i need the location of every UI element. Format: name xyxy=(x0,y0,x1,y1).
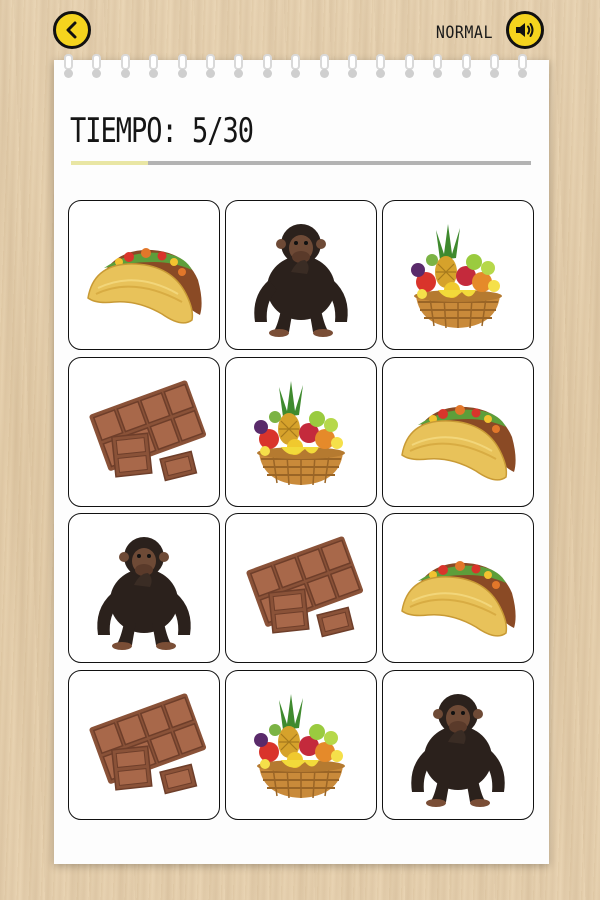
memory-card-chimpanzee[interactable] xyxy=(382,669,534,820)
fruit-basket-image xyxy=(411,224,502,329)
chimpanzee-image xyxy=(97,537,191,650)
memory-card-chimpanzee[interactable] xyxy=(225,200,377,350)
spiral-ring xyxy=(518,54,528,70)
spiral-ring xyxy=(206,54,215,70)
memory-card-chocolate[interactable] xyxy=(225,513,377,663)
memory-card-chimpanzee[interactable] xyxy=(68,513,220,663)
spiral-ring xyxy=(291,54,301,70)
memory-card-chocolate[interactable] xyxy=(68,669,220,820)
spiral-ring xyxy=(92,54,102,70)
back-chevron-icon xyxy=(66,21,77,39)
spiral-ring xyxy=(177,54,187,70)
timer-progress-bar xyxy=(71,161,531,165)
chocolate-image xyxy=(246,536,364,638)
memory-card-chocolate[interactable] xyxy=(68,356,220,507)
fruit-basket-image xyxy=(254,380,345,485)
taco-image xyxy=(87,248,202,324)
spiral-ring xyxy=(461,54,471,70)
sound-toggle-button[interactable] xyxy=(506,11,544,49)
spiral-binding xyxy=(54,54,549,90)
timer-progress-fill xyxy=(71,161,148,165)
spiral-ring xyxy=(433,54,443,70)
memory-card-taco[interactable] xyxy=(382,513,534,663)
spiral-ring xyxy=(149,54,159,70)
chocolate-image xyxy=(89,693,207,794)
spiral-ring xyxy=(64,54,73,70)
timer-label: TIEMPO: 5/30 xyxy=(70,112,254,151)
taco-image xyxy=(401,404,516,481)
spiral-ring xyxy=(376,54,386,70)
memory-card-taco[interactable] xyxy=(382,356,534,507)
spiral-ring xyxy=(120,54,130,70)
memory-card-grid xyxy=(68,200,534,822)
fruit-basket-image xyxy=(254,693,345,798)
chimpanzee-image xyxy=(254,224,348,337)
spiral-ring xyxy=(234,54,244,70)
speaker-icon xyxy=(516,23,534,37)
memory-card-fruit-basket[interactable] xyxy=(225,356,377,507)
difficulty-label: NORMAL xyxy=(435,21,493,43)
spiral-ring xyxy=(490,54,499,70)
memory-card-taco[interactable] xyxy=(68,200,220,350)
spiral-ring xyxy=(404,54,414,70)
chimpanzee-image xyxy=(411,693,505,807)
memory-card-fruit-basket[interactable] xyxy=(382,200,534,350)
spiral-ring xyxy=(262,54,272,70)
spiral-ring xyxy=(348,54,357,70)
memory-card-fruit-basket[interactable] xyxy=(225,669,377,820)
spiral-ring xyxy=(319,54,329,70)
taco-image xyxy=(401,561,516,637)
chocolate-image xyxy=(89,380,207,481)
back-button[interactable] xyxy=(53,11,91,49)
